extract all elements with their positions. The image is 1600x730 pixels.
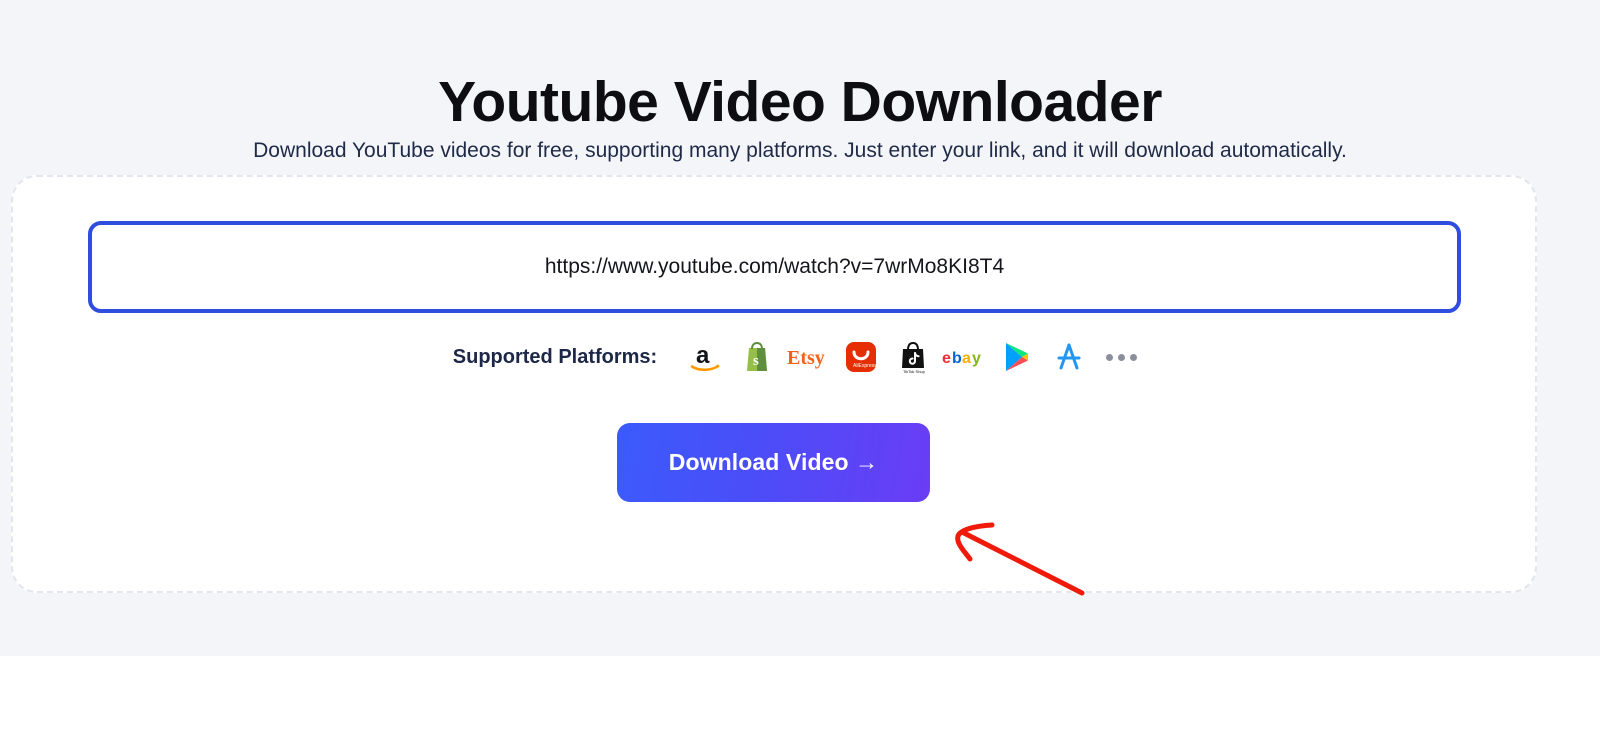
google-play-icon[interactable] <box>991 338 1043 376</box>
supported-platforms-label: Supported Platforms: <box>452 345 658 368</box>
svg-text:s: s <box>753 353 759 369</box>
page-subtitle: Download YouTube videos for free, suppor… <box>253 139 1347 162</box>
svg-text:AliExpress: AliExpress <box>853 363 877 369</box>
youtube-video-downloader-page: Youtube Video Downloader Download YouTub… <box>0 0 1600 730</box>
svg-text:e: e <box>942 350 951 367</box>
svg-text:TikTok Shop: TikTok Shop <box>903 369 926 374</box>
svg-text:y: y <box>972 350 981 367</box>
svg-text:a: a <box>696 342 710 369</box>
download-video-button[interactable]: Download Video → <box>617 423 930 502</box>
app-store-icon[interactable] <box>1043 338 1095 376</box>
shopify-icon[interactable]: s <box>731 338 783 376</box>
svg-text:a: a <box>962 350 971 367</box>
etsy-icon[interactable]: Etsy <box>783 338 835 376</box>
svg-text:Etsy: Etsy <box>787 347 825 369</box>
aliexpress-icon[interactable]: AliExpress <box>835 338 887 376</box>
svg-text:b: b <box>952 350 962 367</box>
more-platforms-icon[interactable] <box>1095 338 1147 376</box>
supported-platforms-row: Supported Platforms: a s Etsy AliExpress… <box>0 338 1600 376</box>
page-title: Youtube Video Downloader <box>438 70 1162 135</box>
tiktok-shop-icon[interactable]: TikTok Shop <box>887 338 939 376</box>
amazon-icon[interactable]: a <box>679 338 731 376</box>
url-input[interactable] <box>88 221 1461 313</box>
ebay-icon[interactable]: e b a y <box>939 338 991 376</box>
